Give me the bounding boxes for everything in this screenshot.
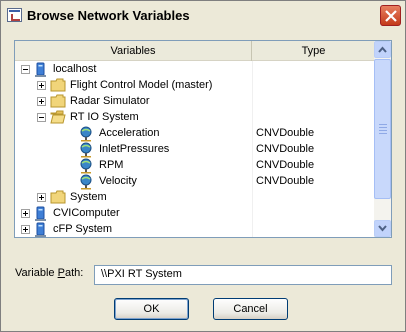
collapse-toggle[interactable] bbox=[37, 113, 46, 122]
tree-label: Radar Simulator bbox=[70, 95, 150, 107]
tree-label: Velocity bbox=[99, 175, 137, 187]
close-button[interactable] bbox=[380, 5, 401, 26]
tree-row-radar-simulator[interactable]: Radar Simulator bbox=[15, 94, 375, 110]
column-header-variables[interactable]: Variables bbox=[15, 41, 252, 61]
tree-label: cFP System bbox=[53, 223, 113, 235]
vertical-scrollbar[interactable] bbox=[374, 41, 391, 237]
type-value: CNVDouble bbox=[256, 127, 315, 139]
close-icon bbox=[385, 10, 397, 22]
scroll-up-button[interactable] bbox=[374, 41, 391, 58]
variables-tree-panel[interactable]: Variables Type localhost Flight Control … bbox=[14, 40, 392, 238]
tree-row-cvicomputer[interactable]: CVIComputer bbox=[15, 206, 375, 222]
computer-icon bbox=[35, 62, 46, 77]
tree-row-cfp-system[interactable]: cFP System bbox=[15, 222, 375, 237]
type-value: CNVDouble bbox=[256, 143, 315, 155]
tree-row-rpm[interactable]: RPM CNVDouble bbox=[15, 158, 375, 174]
tree-rows: localhost Flight Control Model (master) … bbox=[15, 62, 375, 237]
network-variable-icon bbox=[80, 142, 92, 158]
scroll-thumb[interactable] bbox=[374, 59, 391, 199]
tree-row-system[interactable]: System bbox=[15, 190, 375, 206]
window-title: Browse Network Variables bbox=[27, 8, 190, 23]
type-value: CNVDouble bbox=[256, 175, 315, 187]
tree-row-velocity[interactable]: Velocity CNVDouble bbox=[15, 174, 375, 190]
tree-row-flight-control-model[interactable]: Flight Control Model (master) bbox=[15, 78, 375, 94]
expand-toggle[interactable] bbox=[37, 97, 46, 106]
expand-toggle[interactable] bbox=[21, 209, 30, 218]
collapse-toggle[interactable] bbox=[21, 65, 30, 74]
cancel-button[interactable]: Cancel bbox=[213, 298, 288, 320]
computer-icon bbox=[35, 206, 46, 221]
variable-path-field[interactable]: \\PXI RT System bbox=[94, 265, 392, 285]
network-variable-icon bbox=[80, 158, 92, 174]
tree-label: Acceleration bbox=[99, 127, 160, 139]
tree-row-acceleration[interactable]: Acceleration CNVDouble bbox=[15, 126, 375, 142]
expand-toggle[interactable] bbox=[37, 81, 46, 90]
computer-icon bbox=[35, 222, 46, 237]
tree-row-localhost[interactable]: localhost bbox=[15, 62, 375, 78]
tree-label: InletPressures bbox=[99, 143, 170, 155]
network-variable-icon bbox=[80, 126, 92, 142]
tree-row-rt-io-system[interactable]: RT IO System bbox=[15, 110, 375, 126]
folder-icon bbox=[50, 190, 66, 204]
scroll-down-button[interactable] bbox=[374, 220, 391, 237]
folder-icon bbox=[50, 94, 66, 108]
chevron-up-icon bbox=[378, 46, 387, 53]
title-bar: Browse Network Variables bbox=[1, 1, 405, 30]
window-icon bbox=[7, 8, 22, 22]
browse-network-variables-dialog: Browse Network Variables Variables Type … bbox=[0, 0, 406, 332]
tree-row-inletpressures[interactable]: InletPressures CNVDouble bbox=[15, 142, 375, 158]
variable-path-label: Variable Path: bbox=[15, 267, 84, 279]
tree-label: System bbox=[70, 191, 107, 203]
tree-label: RT IO System bbox=[70, 111, 139, 123]
network-variable-icon bbox=[80, 174, 92, 190]
tree-label: localhost bbox=[53, 63, 97, 75]
tree-label: CVIComputer bbox=[53, 207, 120, 219]
type-value: CNVDouble bbox=[256, 159, 315, 171]
open-folder-icon bbox=[50, 110, 66, 124]
tree-label: RPM bbox=[99, 159, 124, 171]
chevron-down-icon bbox=[378, 225, 387, 232]
ok-button[interactable]: OK bbox=[114, 298, 189, 320]
folder-icon bbox=[50, 78, 66, 92]
variable-path-value: \\PXI RT System bbox=[101, 268, 182, 280]
tree-header: Variables Type bbox=[15, 41, 375, 61]
tree-label: Flight Control Model (master) bbox=[70, 79, 213, 91]
expand-toggle[interactable] bbox=[37, 193, 46, 202]
expand-toggle[interactable] bbox=[21, 225, 30, 234]
column-header-type[interactable]: Type bbox=[252, 41, 375, 61]
